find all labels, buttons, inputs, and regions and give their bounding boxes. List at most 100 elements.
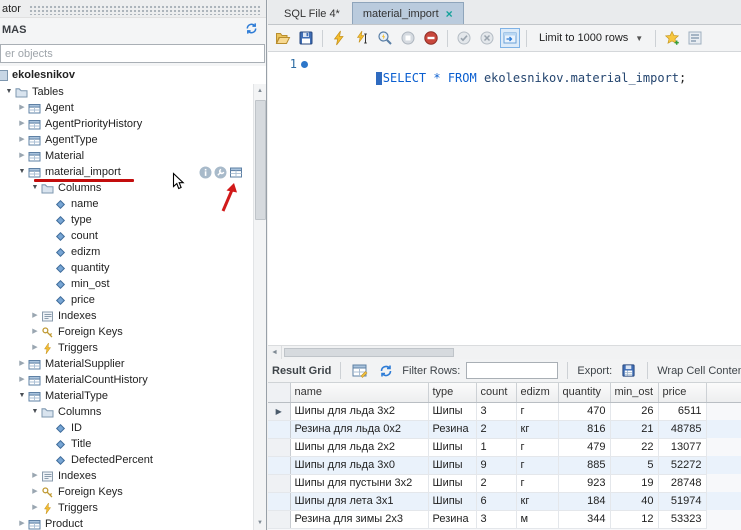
cell-type[interactable]: Резина [428, 420, 476, 438]
collapse-arrow-icon[interactable]: ▼ [29, 180, 41, 196]
autocommit-toggle[interactable] [500, 28, 520, 48]
row-selector[interactable] [268, 510, 290, 528]
column-header-type[interactable]: type [428, 383, 476, 402]
cell-name[interactable]: Шипы для льда 3x0 [290, 456, 428, 474]
cell-edizm[interactable]: г [516, 456, 558, 474]
cell-quantity[interactable]: 184 [558, 492, 610, 510]
editor-hscrollbar[interactable]: ◄ [268, 345, 741, 359]
cell-quantity[interactable]: 923 [558, 474, 610, 492]
rollback-button[interactable] [477, 28, 497, 48]
beautify-button[interactable] [685, 28, 705, 48]
table-data-icon[interactable] [229, 166, 243, 179]
open-script-button[interactable] [273, 28, 293, 48]
collapse-arrow-icon[interactable]: ▼ [16, 388, 28, 404]
cell-type[interactable]: Шипы [428, 492, 476, 510]
tab-sql-file-4[interactable]: SQL File 4* [274, 3, 350, 24]
navigator-scrollbar[interactable]: ▲ ▼ [253, 84, 266, 530]
cell-price[interactable]: 48785 [658, 420, 706, 438]
edit-grid-button[interactable] [350, 361, 370, 381]
cell-quantity[interactable]: 344 [558, 510, 610, 528]
cell-quantity[interactable]: 816 [558, 420, 610, 438]
tree-item-foreign-keys[interactable]: ▶Foreign Keys [0, 324, 253, 340]
cell-count[interactable]: 2 [476, 420, 516, 438]
table-row[interactable]: Шипы для лета 3x1Шипы6кг1844051974 [268, 492, 741, 510]
cell-price[interactable]: 52272 [658, 456, 706, 474]
cell-name[interactable]: Шипы для льда 2x2 [290, 438, 428, 456]
scroll-down-icon[interactable]: ▼ [254, 516, 266, 530]
scroll-up-icon[interactable]: ▲ [254, 84, 266, 98]
expand-arrow-icon[interactable]: ▶ [29, 468, 41, 484]
expand-arrow-icon[interactable]: ▶ [29, 340, 41, 356]
tree-item-agentpriorityhistory[interactable]: ▶AgentPriorityHistory [0, 116, 253, 132]
refresh-schemas-icon[interactable] [245, 22, 258, 38]
hscrollbar-thumb[interactable] [284, 348, 454, 357]
tree-item-foreign-keys[interactable]: ▶Foreign Keys [0, 484, 253, 500]
export-button[interactable] [618, 361, 638, 381]
cell-type[interactable]: Шипы [428, 402, 476, 420]
scrollbar-thumb[interactable] [255, 100, 266, 220]
filter-objects-input[interactable] [0, 44, 265, 63]
column-header-quantity[interactable]: quantity [558, 383, 610, 402]
cell-min_ost[interactable]: 12 [610, 510, 658, 528]
cell-min_ost[interactable]: 22 [610, 438, 658, 456]
column-header-min_ost[interactable]: min_ost [610, 383, 658, 402]
tab-material-import[interactable]: material_import × [352, 2, 464, 24]
tree-item-materialsupplier[interactable]: ▶MaterialSupplier [0, 356, 253, 372]
save-script-button[interactable] [296, 28, 316, 48]
cell-type[interactable]: Резина [428, 510, 476, 528]
tree-item-triggers[interactable]: ▶Triggers [0, 500, 253, 516]
tree-item-indexes[interactable]: ▶Indexes [0, 308, 253, 324]
table-row[interactable]: Шипы для пустыни 3x2Шипы2г9231928748 [268, 474, 741, 492]
cell-quantity[interactable]: 885 [558, 456, 610, 474]
cell-edizm[interactable]: кг [516, 492, 558, 510]
tree-item-defectedpercent[interactable]: DefectedPercent [0, 452, 253, 468]
cell-count[interactable]: 2 [476, 474, 516, 492]
commit-button[interactable] [454, 28, 474, 48]
table-row[interactable]: Шипы для льда 3x0Шипы9г885552272 [268, 456, 741, 474]
navigator-titlebar[interactable]: ator [0, 0, 266, 18]
collapse-arrow-icon[interactable]: ▼ [16, 164, 28, 180]
cell-name[interactable]: Резина для льда 0x2 [290, 420, 428, 438]
cell-type[interactable]: Шипы [428, 438, 476, 456]
panel-grip[interactable] [29, 5, 260, 15]
explain-button[interactable] [375, 28, 395, 48]
cell-edizm[interactable]: г [516, 402, 558, 420]
tree-item-min-ost[interactable]: min_ost [0, 276, 253, 292]
tree-item-materialcounthistory[interactable]: ▶MaterialCountHistory [0, 372, 253, 388]
tree-item-type[interactable]: type [0, 212, 253, 228]
expand-arrow-icon[interactable]: ▶ [16, 372, 28, 388]
cell-price[interactable]: 51974 [658, 492, 706, 510]
cell-name[interactable]: Шипы для лета 3x1 [290, 492, 428, 510]
sql-editor[interactable]: 1 SELECT * FROM ekolesnikov.material_imp… [268, 52, 741, 345]
cell-count[interactable]: 3 [476, 510, 516, 528]
row-selector[interactable] [268, 474, 290, 492]
table-row[interactable]: Резина для зимы 2x3Резина3м3441253323 [268, 510, 741, 528]
tree-item-materialtype[interactable]: ▼MaterialType [0, 388, 253, 404]
refresh-grid-button[interactable] [376, 361, 396, 381]
tree-item-indexes[interactable]: ▶Indexes [0, 468, 253, 484]
cell-type[interactable]: Шипы [428, 474, 476, 492]
column-header-edizm[interactable]: edizm [516, 383, 558, 402]
cell-name[interactable]: Шипы для пустыни 3x2 [290, 474, 428, 492]
collapse-arrow-icon[interactable]: ▼ [29, 404, 41, 420]
expand-arrow-icon[interactable]: ▶ [29, 484, 41, 500]
stop-on-error-toggle[interactable] [421, 28, 441, 48]
cell-count[interactable]: 6 [476, 492, 516, 510]
table-row[interactable]: Шипы для льда 2x2Шипы1г4792213077 [268, 438, 741, 456]
tree-item-price[interactable]: price [0, 292, 253, 308]
tree-item-id[interactable]: ID [0, 420, 253, 436]
row-selector[interactable] [268, 420, 290, 438]
expand-arrow-icon[interactable]: ▶ [29, 308, 41, 324]
expand-arrow-icon[interactable]: ▶ [29, 324, 41, 340]
tree-item-agenttype[interactable]: ▶AgentType [0, 132, 253, 148]
cell-price[interactable]: 53323 [658, 510, 706, 528]
tree-item-title[interactable]: Title [0, 436, 253, 452]
cell-min_ost[interactable]: 26 [610, 402, 658, 420]
filter-rows-input[interactable] [466, 362, 558, 379]
close-tab-icon[interactable]: × [446, 8, 453, 20]
tree-item-product[interactable]: ▶Product [0, 516, 253, 530]
cell-min_ost[interactable]: 5 [610, 456, 658, 474]
row-selector[interactable] [268, 492, 290, 510]
cell-edizm[interactable]: кг [516, 420, 558, 438]
cell-min_ost[interactable]: 19 [610, 474, 658, 492]
